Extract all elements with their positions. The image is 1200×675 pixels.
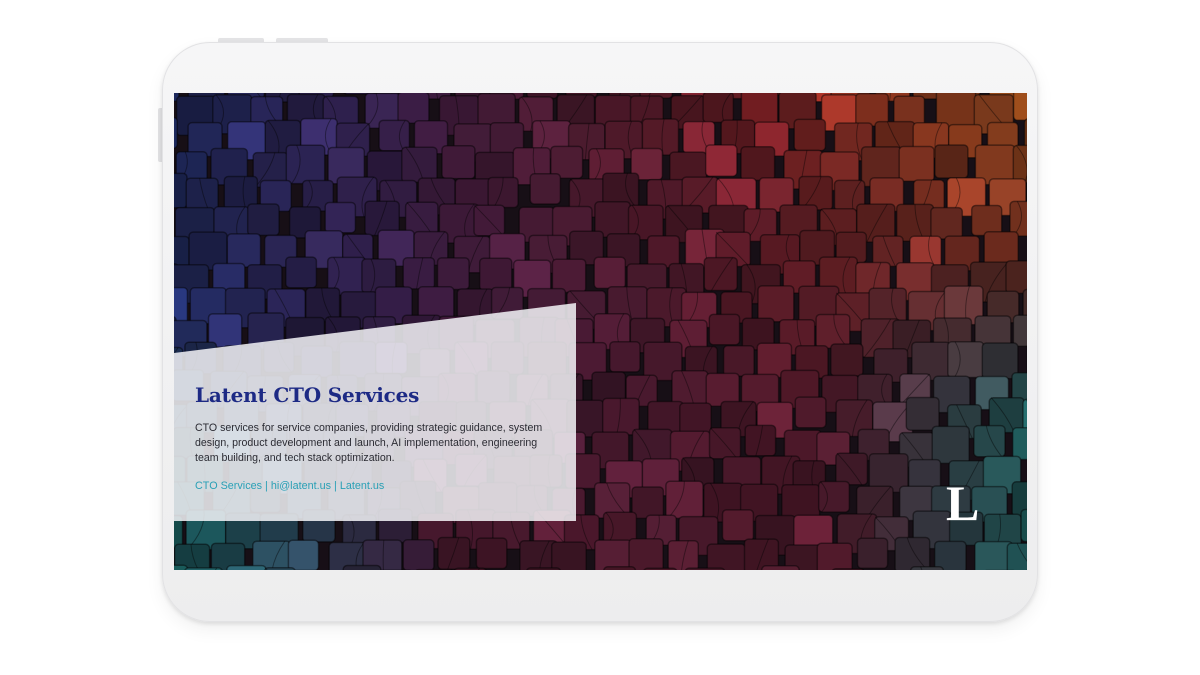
link-email[interactable]: hi@latent.us bbox=[271, 480, 331, 492]
tablet-screen: Latent CTO Services CTO services for ser… bbox=[174, 93, 1027, 570]
link-website[interactable]: Latent.us bbox=[340, 480, 384, 492]
info-panel: Latent CTO Services CTO services for ser… bbox=[195, 383, 555, 492]
link-separator: | bbox=[334, 480, 337, 492]
contact-links: CTO Services | hi@latent.us | Latent.us bbox=[195, 480, 555, 492]
link-cto-services[interactable]: CTO Services bbox=[195, 480, 262, 492]
page-title: Latent CTO Services bbox=[195, 383, 420, 407]
link-separator: | bbox=[265, 480, 268, 492]
latent-logo: L bbox=[946, 475, 980, 531]
info-panel-background bbox=[174, 303, 576, 521]
service-description: CTO services for service companies, prov… bbox=[195, 422, 543, 464]
